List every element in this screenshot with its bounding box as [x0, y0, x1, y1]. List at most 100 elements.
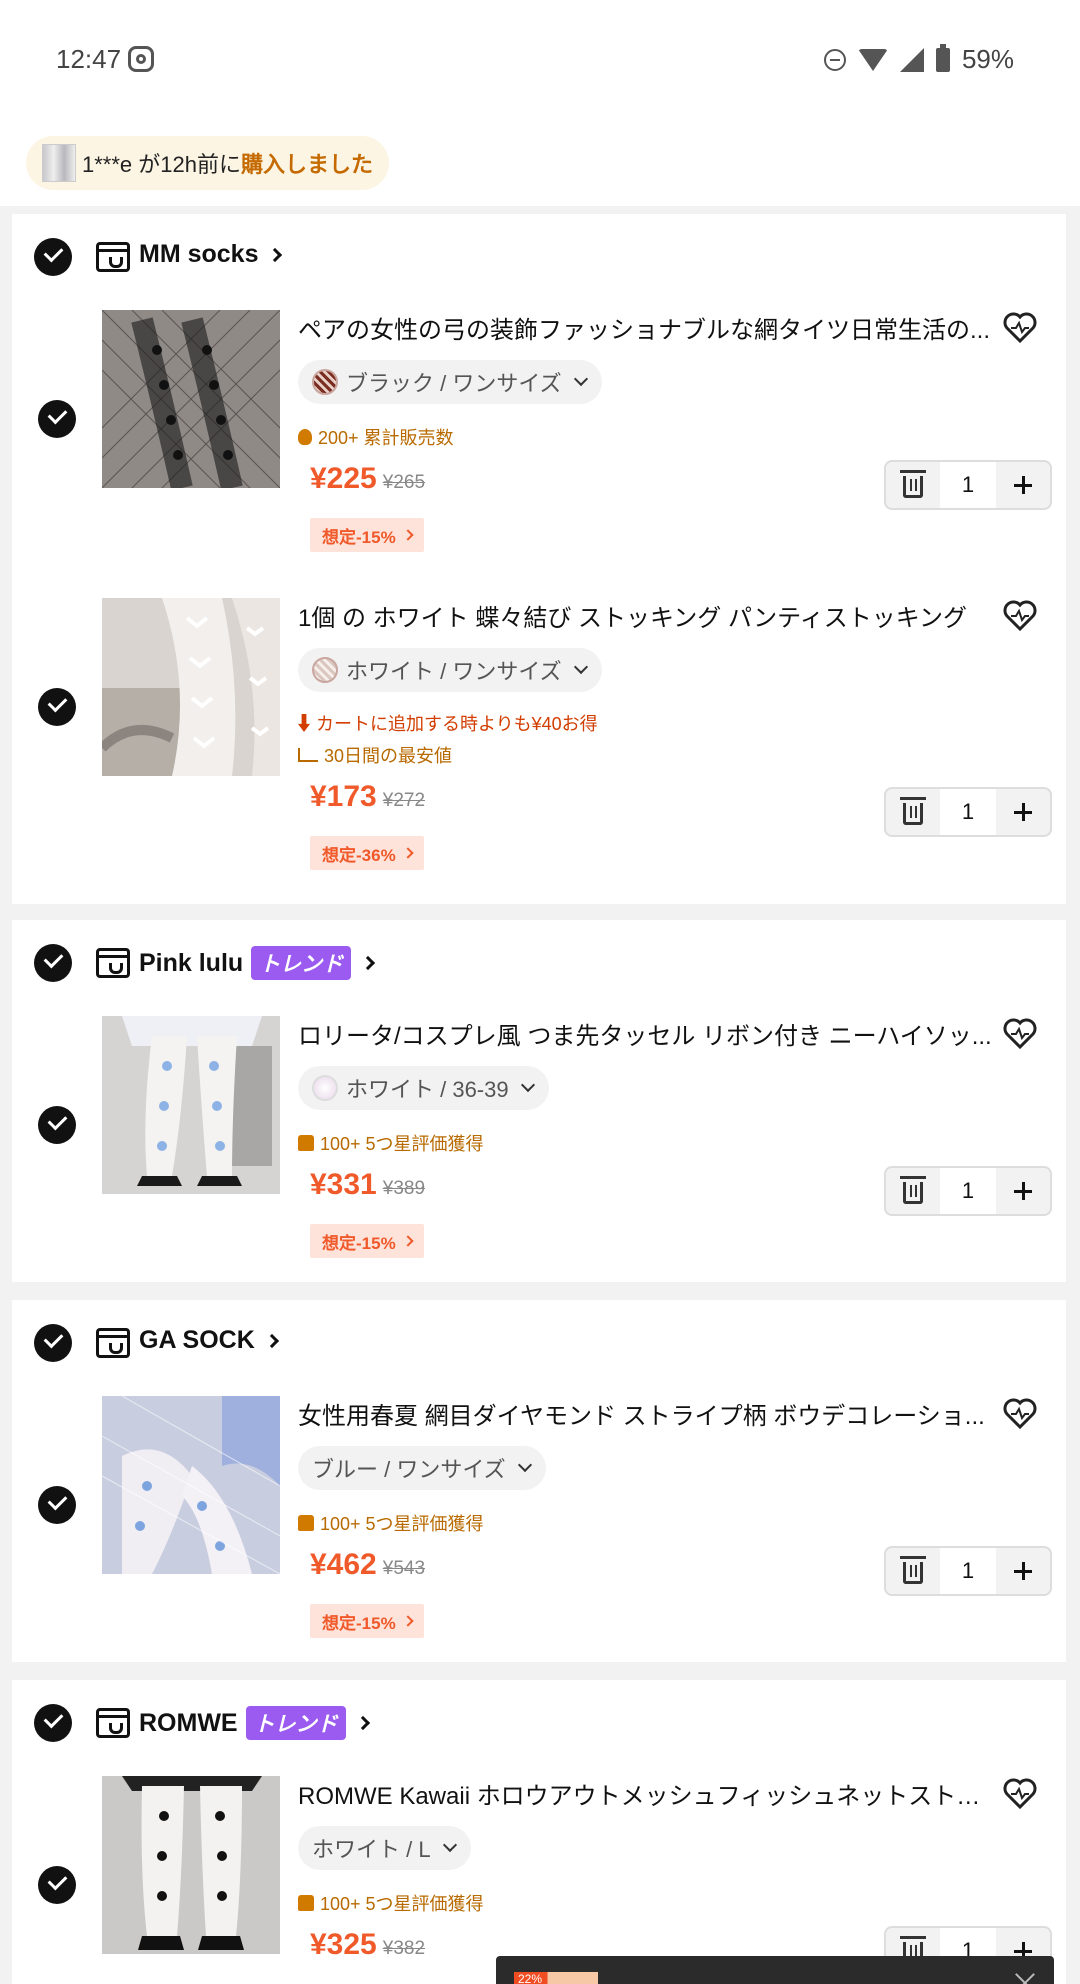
product-image[interactable]: [102, 310, 280, 488]
quantity-value[interactable]: 1: [940, 1548, 996, 1594]
increase-button[interactable]: [996, 789, 1050, 835]
product-title[interactable]: 女性用春夏 網目ダイヤモンド ストライプ柄 ボウデコレーショ...: [298, 1396, 998, 1431]
variant-label: ブルー / ワンサイズ: [312, 1457, 506, 1482]
quantity-value[interactable]: 1: [940, 462, 996, 508]
promo-tag: 22%: [514, 1972, 598, 1984]
rating-text: 100+ 5つ星評価獲得: [320, 1514, 484, 1534]
store-name-link[interactable]: Pink lulu トレンド: [139, 946, 376, 980]
thumbs-up-icon: [298, 1895, 314, 1911]
store-icon: [96, 1708, 130, 1738]
current-price: ¥325: [310, 1928, 377, 1961]
store-header: GA SOCK: [12, 1300, 1066, 1388]
discount-badge[interactable]: 想定-15%: [310, 1224, 424, 1258]
rating-count: 100+ 5つ星評価獲得: [298, 1510, 484, 1536]
store-card: Pink lulu トレンド ロリータ/コスプレ風 つま先タッセル リボン付き …: [12, 920, 1066, 1282]
chevron-right-icon: [402, 847, 414, 859]
variant-selector[interactable]: ホワイト / L: [298, 1826, 471, 1870]
store-name-link[interactable]: ROMWE トレンド: [139, 1706, 370, 1740]
increase-button[interactable]: [996, 1168, 1050, 1214]
store-name: MM socks: [139, 240, 259, 268]
discount-badge[interactable]: 想定-15%: [310, 1604, 424, 1638]
price-row: ¥462 ¥543: [310, 1548, 425, 1582]
variant-label: ホワイト / L: [312, 1837, 431, 1862]
increase-button[interactable]: [996, 1548, 1050, 1594]
store-select-checkbox[interactable]: [34, 1324, 72, 1362]
wishlist-heart-icon[interactable]: [1002, 598, 1038, 632]
plus-icon: [1014, 1562, 1032, 1580]
wishlist-heart-icon[interactable]: [1002, 1776, 1038, 1810]
item-select-checkbox[interactable]: [38, 1866, 76, 1904]
chevron-down-icon: [573, 659, 588, 675]
product-image[interactable]: [102, 1016, 280, 1194]
promo-popup[interactable]: 22%: [496, 1956, 1054, 1984]
close-icon[interactable]: [1012, 1970, 1038, 1984]
product-image[interactable]: [102, 598, 280, 776]
instagram-icon: [128, 46, 154, 72]
current-price: ¥331: [310, 1168, 377, 1201]
item-select-checkbox[interactable]: [38, 1486, 76, 1524]
sales-count: 200+ 累計販売数: [298, 424, 454, 450]
quantity-stepper: 1: [884, 1546, 1052, 1596]
quantity-stepper: 1: [884, 460, 1052, 510]
status-bar: 12:47 59%: [0, 0, 1080, 120]
discount-badge[interactable]: 想定-15%: [310, 518, 424, 552]
delete-button[interactable]: [886, 789, 940, 835]
status-time: 12:47: [56, 44, 122, 74]
rating-text: 100+ 5つ星評価獲得: [320, 1134, 484, 1154]
sales-count-text: 200+ 累計販売数: [318, 428, 454, 448]
lowest-price-text: 30日間の最安値: [324, 746, 453, 766]
item-select-checkbox[interactable]: [38, 688, 76, 726]
chevron-right-icon: [268, 247, 283, 262]
delete-button[interactable]: [886, 1168, 940, 1214]
chevron-right-icon: [402, 529, 414, 541]
store-name: GA SOCK: [139, 1326, 255, 1354]
trend-badge: トレンド: [245, 1706, 346, 1740]
item-select-checkbox[interactable]: [38, 1106, 76, 1144]
arrow-down-icon: [298, 714, 310, 732]
variant-selector[interactable]: ブラック / ワンサイズ: [298, 360, 602, 404]
trash-icon: [900, 797, 926, 825]
store-select-checkbox[interactable]: [34, 238, 72, 276]
quantity-value[interactable]: 1: [940, 1168, 996, 1214]
product-title[interactable]: 1個 の ホワイト 蝶々結び ストッキング パンティストッキング: [298, 598, 998, 633]
purchase-notice[interactable]: 1***e が12h前に 購入しました: [26, 136, 389, 190]
wishlist-heart-icon[interactable]: [1002, 1396, 1038, 1430]
increase-button[interactable]: [996, 462, 1050, 508]
product-image[interactable]: [102, 1396, 280, 1574]
thumbs-up-icon: [298, 1515, 314, 1531]
chevron-down-icon: [573, 371, 588, 387]
wishlist-heart-icon[interactable]: [1002, 1016, 1038, 1050]
plus-icon: [1014, 1182, 1032, 1200]
store-card: MM socks ペアの女性の弓の装飾ファッショナブルな網タイツ日常生活の...…: [12, 214, 1066, 904]
product-title[interactable]: ペアの女性の弓の装飾ファッショナブルな網タイツ日常生活の...: [298, 310, 998, 345]
color-swatch: [312, 1075, 338, 1101]
item-select-checkbox[interactable]: [38, 400, 76, 438]
delete-button[interactable]: [886, 462, 940, 508]
delete-button[interactable]: [886, 1548, 940, 1594]
chevron-down-icon: [442, 1837, 457, 1853]
cart-page: 12:47 59% 1***e が12h前に 購入しました MM socks ペ…: [0, 0, 1080, 1984]
lowest-price-notice: 30日間の最安値: [298, 742, 452, 768]
variant-selector[interactable]: ホワイト / ワンサイズ: [298, 648, 602, 692]
chevron-right-icon: [355, 1715, 370, 1731]
quantity-value[interactable]: 1: [940, 789, 996, 835]
notice-action: 購入しました: [240, 152, 373, 177]
store-select-checkbox[interactable]: [34, 944, 72, 982]
store-name-link[interactable]: GA SOCK: [139, 1326, 279, 1355]
discount-badge[interactable]: 想定-36%: [310, 836, 424, 870]
store-icon: [96, 242, 130, 272]
product-title[interactable]: ROMWE Kawaii ホロウアウトメッシュフィッシュネットストッ...: [298, 1776, 998, 1811]
wishlist-heart-icon[interactable]: [1002, 310, 1038, 344]
variant-selector[interactable]: ブルー / ワンサイズ: [298, 1446, 546, 1490]
product-image[interactable]: [102, 1776, 280, 1954]
store-select-checkbox[interactable]: [34, 1704, 72, 1742]
product-title[interactable]: ロリータ/コスプレ風 つま先タッセル リボン付き ニーハイソッ...: [298, 1016, 998, 1051]
variant-selector[interactable]: ホワイト / 36-39: [298, 1066, 549, 1110]
price-row: ¥325 ¥382: [310, 1928, 425, 1962]
chevron-right-icon: [264, 1333, 279, 1348]
current-price: ¥173: [310, 780, 377, 813]
store-name-link[interactable]: MM socks: [139, 240, 283, 269]
original-price: ¥265: [382, 472, 426, 493]
variant-label: ブラック / ワンサイズ: [346, 371, 562, 396]
price-drop-notice: カートに追加する時よりも¥40お得: [298, 710, 598, 736]
